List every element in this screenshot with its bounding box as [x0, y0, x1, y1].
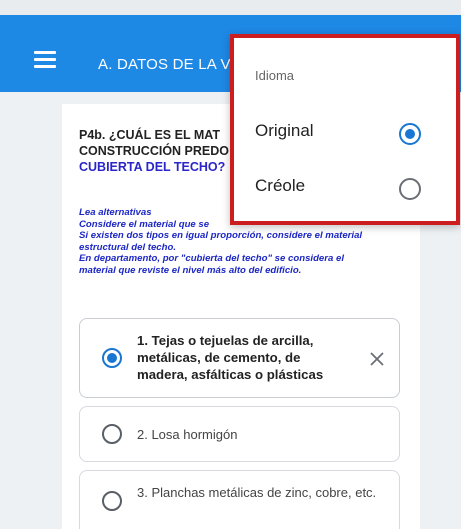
instruction-line: Si existen dos tipos en igual proporción… — [79, 230, 363, 242]
instruction-line: estructural del techo. — [79, 241, 177, 253]
app-bar-title: A. DATOS DE LA VI — [98, 56, 236, 73]
language-option-label: Original — [255, 121, 314, 140]
language-radio[interactable] — [399, 178, 421, 200]
popup-title: Idioma — [255, 68, 295, 83]
close-icon[interactable] — [369, 351, 385, 367]
option-3[interactable]: 3. Planchas metálicas de zinc, cobre, et… — [79, 470, 400, 529]
option-label: 1. Tejas o tejuelas de arcilla, metálica… — [137, 333, 324, 382]
language-option-creole[interactable]: Créole — [234, 164, 456, 214]
language-radio-selected[interactable] — [399, 123, 421, 145]
option-label: 3. Planchas metálicas de zinc, cobre, et… — [137, 485, 377, 500]
option-2[interactable]: 2. Losa hormigón — [79, 406, 400, 462]
option-1[interactable]: 1. Tejas o tejuelas de arcilla, metálica… — [79, 318, 400, 398]
option-label: 2. Losa hormigón — [137, 427, 238, 442]
option-radio[interactable] — [102, 491, 122, 511]
language-option-label: Créole — [255, 176, 306, 195]
hamburger-icon[interactable] — [34, 51, 56, 68]
option-radio-selected[interactable] — [102, 348, 122, 368]
instruction-line: material que reviste el nivel más alto d… — [79, 264, 302, 276]
instruction-line: En departamento, por "cubierta del techo… — [79, 253, 344, 265]
status-strip — [0, 0, 461, 15]
language-option-original[interactable]: Original — [234, 109, 456, 159]
option-radio[interactable] — [102, 424, 122, 444]
language-popup: Idioma Original Créole — [230, 34, 460, 225]
